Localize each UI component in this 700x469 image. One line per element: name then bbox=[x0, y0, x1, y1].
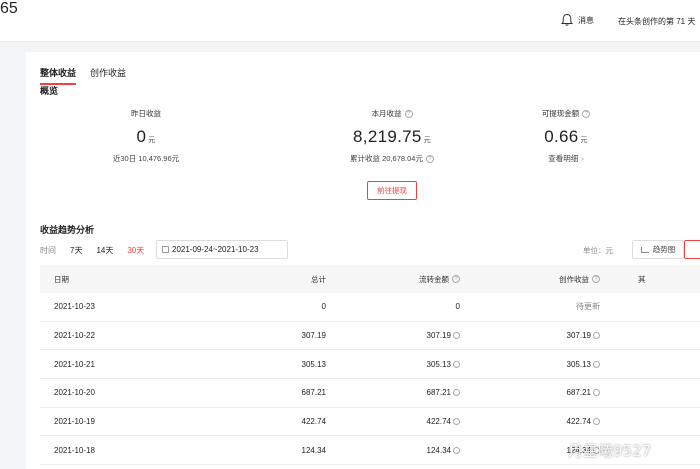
info-icon[interactable] bbox=[453, 418, 460, 426]
range-option-14d[interactable]: 14天 bbox=[96, 245, 113, 256]
messages-badge: 65 bbox=[0, 0, 18, 17]
withdrawable-stat: 可提现金额? 0.66 元 查看明细 › bbox=[506, 108, 626, 164]
header-other: 其 bbox=[638, 274, 646, 284]
messages-button[interactable]: 消息 bbox=[560, 13, 594, 27]
yesterday-earnings-stat: 昨日收益 0元 近30日 10,476.96元 bbox=[86, 108, 206, 164]
info-icon[interactable] bbox=[593, 332, 600, 340]
withdraw-button[interactable]: 前往提现 bbox=[367, 181, 417, 200]
view-details-label: 查看明细 bbox=[548, 154, 579, 163]
yesterday-unit: 元 bbox=[148, 137, 156, 144]
month-label: 本月收益 bbox=[371, 109, 402, 118]
cell-flow: 305.13 bbox=[326, 360, 460, 369]
info-icon[interactable] bbox=[593, 418, 600, 426]
last-30-days-text: 近30日 10,476.96元 bbox=[112, 154, 180, 163]
cell-total: 0 bbox=[321, 302, 326, 312]
range-option-7d[interactable]: 7天 bbox=[70, 245, 82, 256]
cell-total: 124.34 bbox=[301, 445, 326, 455]
table-row: 2021-10-19 422.74 422.74 422.74 bbox=[40, 408, 700, 437]
tab-creation-earnings[interactable]: 创作收益 bbox=[90, 66, 126, 85]
info-icon[interactable] bbox=[593, 360, 600, 368]
yesterday-value: 0 bbox=[136, 127, 147, 146]
cell-creation: 422.74 bbox=[460, 417, 600, 426]
range-option-30d[interactable]: 30天 bbox=[127, 245, 144, 256]
cell-date: 2021-10-22 bbox=[54, 331, 95, 341]
earnings-tabs: 整体收益 创作收益 bbox=[40, 66, 140, 85]
header-creation: 创作收益? bbox=[460, 274, 600, 285]
help-icon[interactable]: ? bbox=[452, 275, 460, 283]
cell-total: 687.21 bbox=[301, 388, 326, 398]
help-icon[interactable]: ? bbox=[425, 154, 434, 163]
unit-label: 单位：元 bbox=[583, 246, 613, 255]
info-icon[interactable] bbox=[453, 389, 460, 397]
creation-days-text: 在头条创作的第 71 天 bbox=[618, 17, 696, 26]
line-chart-icon bbox=[640, 246, 649, 253]
cell-creation: 待更新 bbox=[576, 302, 600, 312]
cell-date: 2021-10-23 bbox=[54, 302, 95, 312]
help-icon[interactable]: ? bbox=[582, 109, 591, 118]
month-value: 8,219.75 bbox=[353, 127, 422, 146]
info-icon[interactable] bbox=[453, 360, 460, 368]
withdrawable-label: 可提现金额 bbox=[541, 109, 580, 118]
help-icon[interactable]: ? bbox=[404, 109, 413, 118]
month-earnings-stat: 本月收益? 8,219.75 元 累计收益 20,678.04元? bbox=[332, 108, 452, 164]
cell-creation: 307.19 bbox=[460, 331, 600, 340]
withdrawable-value: 0.66 bbox=[544, 127, 579, 146]
yesterday-label: 昨日收益 bbox=[131, 109, 161, 118]
calendar-icon bbox=[162, 246, 169, 253]
view-details-link[interactable]: 查看明细 › bbox=[506, 153, 626, 164]
time-label: 时间 bbox=[40, 246, 56, 255]
date-range-value: 2021-09-24~2021-10-23 bbox=[172, 245, 259, 254]
time-filter: 时间 7天 14天 30天 bbox=[40, 241, 158, 260]
withdrawable-unit: 元 bbox=[580, 137, 588, 144]
info-icon[interactable] bbox=[453, 332, 460, 340]
earnings-panel: 整体收益 创作收益 概览 昨日收益 0元 近30日 10,476.96元 本月收… bbox=[26, 52, 700, 469]
trend-chart-label: 趋势图 bbox=[652, 245, 676, 254]
top-bar: 消息 65 在头条创作的第 71 天 bbox=[0, 0, 700, 42]
cell-creation: 687.21 bbox=[460, 388, 600, 397]
cell-date: 2021-10-21 bbox=[54, 359, 95, 369]
table-row: 2021-10-23 0 0 待更新 bbox=[40, 293, 700, 322]
cell-flow: 124.34 bbox=[326, 446, 460, 455]
table-header: 日期 总计 流转金额? 创作收益? 其 bbox=[40, 265, 700, 293]
info-icon[interactable] bbox=[593, 389, 600, 397]
cumulative-earnings-text: 累计收益 20,678.04元 bbox=[350, 154, 423, 163]
watermark-text: 月星曦9527 bbox=[568, 442, 652, 460]
date-range-picker[interactable]: 2021-09-24~2021-10-23 bbox=[156, 240, 288, 259]
header-date: 日期 bbox=[54, 274, 69, 284]
bell-icon bbox=[560, 13, 574, 26]
cell-total: 307.19 bbox=[301, 331, 326, 341]
cell-total: 422.74 bbox=[301, 417, 326, 427]
trend-chart-button[interactable]: 趋势图 bbox=[632, 240, 684, 259]
chevron-right-icon: › bbox=[581, 154, 584, 163]
tab-overall-earnings[interactable]: 整体收益 bbox=[40, 66, 77, 85]
cell-flow: 0 bbox=[455, 302, 460, 312]
table-row: 2021-10-22 307.19 307.19 307.19 bbox=[40, 322, 700, 351]
cell-date: 2021-10-18 bbox=[54, 445, 95, 455]
overview-title: 概览 bbox=[40, 86, 59, 96]
trend-section-title: 收益趋势分析 bbox=[40, 225, 95, 235]
cell-creation: 305.13 bbox=[460, 360, 600, 369]
cell-date: 2021-10-20 bbox=[54, 388, 95, 398]
cell-flow: 687.21 bbox=[326, 388, 460, 397]
cell-flow: 307.19 bbox=[326, 331, 460, 340]
table-row: 2021-10-21 305.13 305.13 305.13 bbox=[40, 350, 700, 380]
table-row: 2021-10-20 687.21 687.21 687.21 bbox=[40, 379, 700, 408]
earnings-table: 日期 总计 流转金额? 创作收益? 其 2021-10-23 0 0 待更新 2021-… bbox=[40, 265, 700, 466]
month-unit: 元 bbox=[423, 137, 431, 144]
cell-date: 2021-10-19 bbox=[54, 417, 95, 427]
info-icon[interactable] bbox=[453, 446, 460, 454]
table-view-button[interactable] bbox=[684, 240, 700, 259]
messages-label: 消息 bbox=[578, 15, 594, 25]
header-total: 总计 bbox=[311, 274, 326, 284]
help-icon[interactable]: ? bbox=[592, 275, 600, 283]
cell-total: 305.13 bbox=[301, 359, 326, 369]
header-flow: 流转金额? bbox=[326, 274, 460, 285]
cell-flow: 422.74 bbox=[326, 417, 460, 426]
